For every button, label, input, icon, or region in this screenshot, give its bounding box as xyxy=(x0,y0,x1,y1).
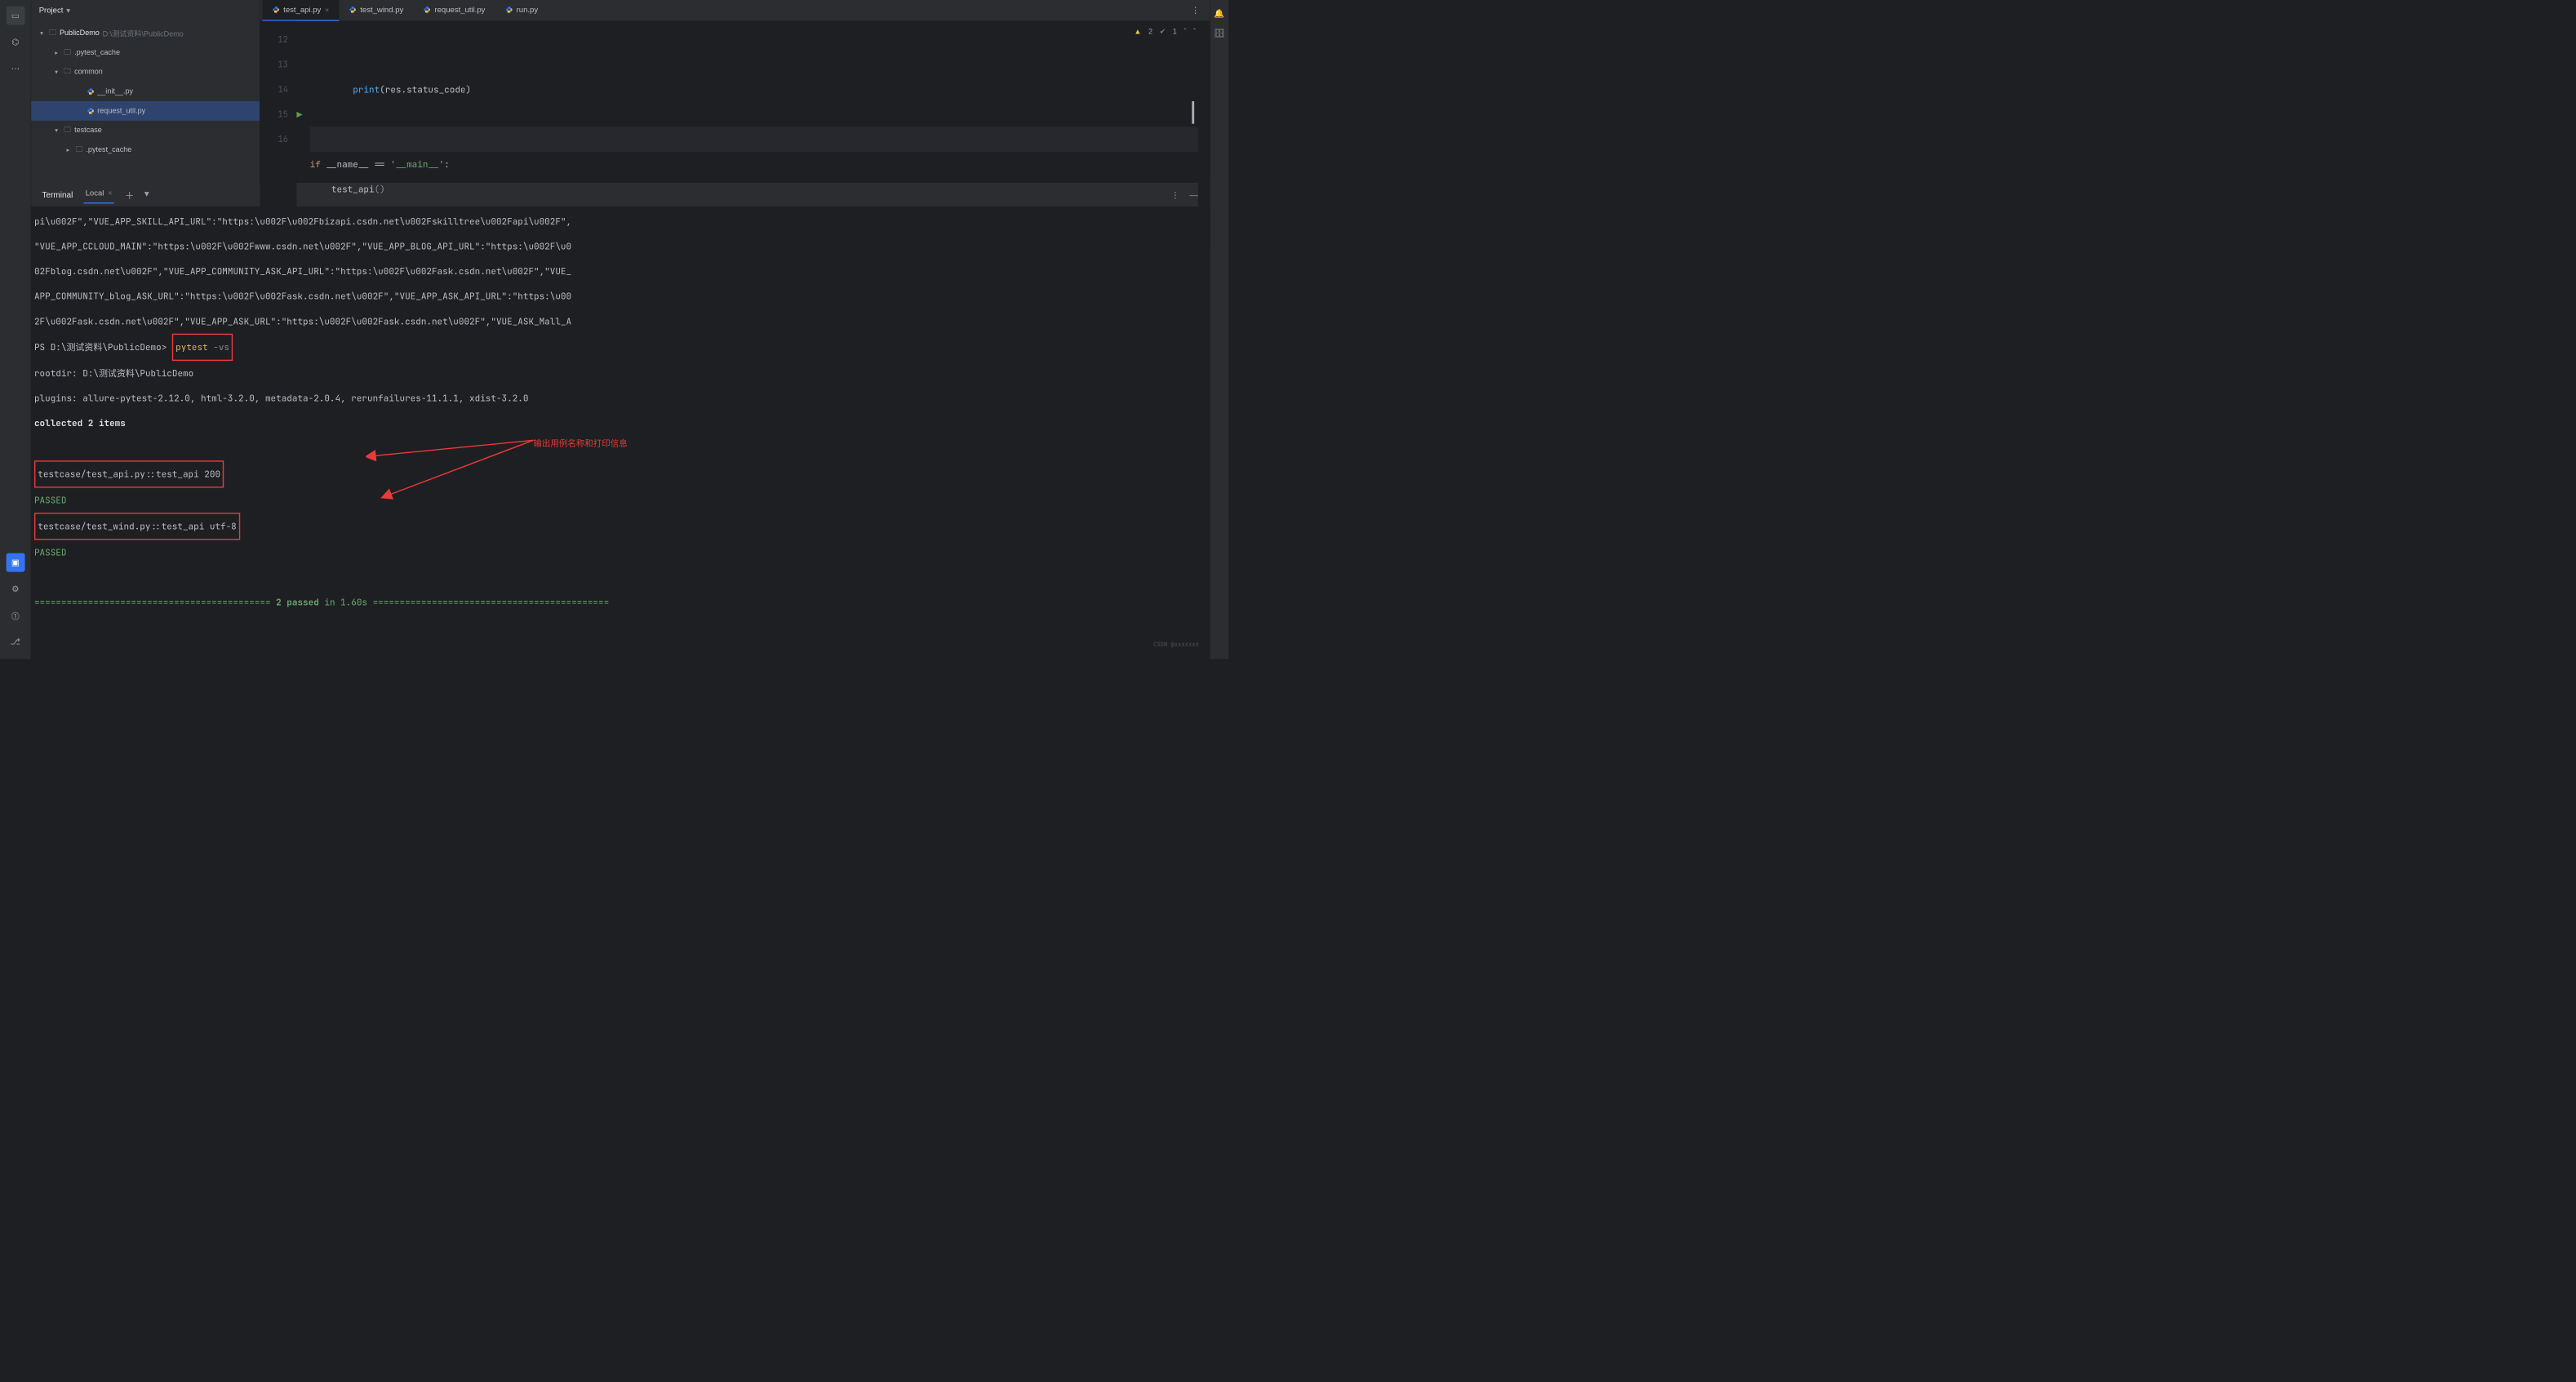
new-terminal-icon[interactable]: ＋ xyxy=(125,188,134,202)
twisty-icon: ▸ xyxy=(52,49,60,57)
tree-item-label: testcase xyxy=(74,127,102,135)
tree-item[interactable]: __init__.py xyxy=(31,82,260,101)
chevron-up-icon: ˆ xyxy=(1184,28,1186,36)
tab-label: request_util.py xyxy=(434,5,485,14)
twisty-icon: ▾ xyxy=(52,127,60,135)
tab-label: test_api.py xyxy=(283,5,321,14)
chevron-down-icon: ▾ xyxy=(66,6,70,16)
services-tool-icon[interactable]: ⚙ xyxy=(6,580,24,598)
tab-label: test_wind.py xyxy=(360,5,403,14)
terminal-output[interactable]: pi\u002F","VUE_APP_SKILL_API_URL":"https… xyxy=(31,207,1210,659)
terminal-tool-icon[interactable]: ▣ xyxy=(6,553,24,572)
tree-item-label: __init__.py xyxy=(97,87,133,96)
tab-options-icon[interactable]: ⋮ xyxy=(1191,5,1199,15)
tool-window-stripe-right: 🔔 🗄 xyxy=(1210,0,1228,659)
editor-tab[interactable]: test_api.py × xyxy=(262,0,339,21)
tree-root-name: PublicDemo xyxy=(60,29,100,37)
editor-tab[interactable]: run.py xyxy=(495,0,549,21)
python-file-icon xyxy=(87,88,95,96)
scrollbar-thumb[interactable] xyxy=(1192,101,1194,124)
python-file-icon xyxy=(87,108,95,115)
vcs-tool-icon[interactable]: ⎇ xyxy=(6,633,24,651)
editor-tab[interactable]: request_util.py xyxy=(414,0,495,21)
checkmark-icon: ✔ xyxy=(1160,27,1166,36)
tree-item[interactable]: request_util.py xyxy=(31,101,260,121)
project-header[interactable]: Project ▾ xyxy=(31,0,260,21)
tree-item-label: common xyxy=(74,68,103,76)
editor-tabs: test_api.py × test_wind.py request_util.py r… xyxy=(260,0,1210,21)
watermark: CSDN @xxxxxxx xyxy=(1153,632,1199,657)
close-icon[interactable]: × xyxy=(108,189,113,198)
problems-tool-icon[interactable]: ⓵ xyxy=(6,607,24,625)
chevron-down-icon[interactable]: ▾ xyxy=(144,188,149,202)
tree-root[interactable]: ▾ 🗀 PublicDemo D:\测试资料\PublicDemo xyxy=(31,24,260,43)
tab-label: run.py xyxy=(517,5,539,14)
close-icon[interactable]: × xyxy=(325,6,329,14)
terminal-title: Terminal xyxy=(42,190,73,199)
chevron-down-icon: ▾ xyxy=(38,29,46,38)
folder-icon: 🗀 xyxy=(64,66,71,78)
folder-icon: 🗀 xyxy=(76,144,83,156)
terminal-tab-local[interactable]: Local × xyxy=(84,186,114,203)
editor-area: test_api.py × test_wind.py request_util.py r… xyxy=(260,0,1210,183)
inspection-widget[interactable]: ▲2 ✔1 ˆ ˇ xyxy=(1134,27,1196,36)
python-file-icon xyxy=(505,7,513,14)
tree-item[interactable]: ▸ 🗀.pytest_cache xyxy=(31,140,260,160)
tree-item[interactable]: ▸ 🗀.pytest_cache xyxy=(31,42,260,62)
python-file-icon xyxy=(349,7,357,14)
project-tool-icon[interactable]: ▭ xyxy=(6,7,24,25)
editor-tab[interactable]: test_wind.py xyxy=(339,0,413,21)
tree-item-label: request_util.py xyxy=(97,107,145,115)
project-tree[interactable]: ▾ 🗀 PublicDemo D:\测试资料\PublicDemo ▸🗀.pyt… xyxy=(31,21,260,162)
twisty-icon: ▾ xyxy=(52,68,60,76)
tree-item[interactable]: ▾ 🗀common xyxy=(31,62,260,82)
notifications-icon[interactable]: 🔔 xyxy=(1214,8,1224,18)
tree-item[interactable]: ▾ 🗀testcase xyxy=(31,121,260,140)
python-file-icon xyxy=(273,7,280,14)
tree-item-label: .pytest_cache xyxy=(74,48,120,56)
tree-root-path: D:\测试资料\PublicDemo xyxy=(103,28,184,38)
folder-icon: 🗀 xyxy=(64,124,71,136)
tree-item-label: .pytest_cache xyxy=(86,145,131,153)
python-file-icon xyxy=(424,7,431,14)
warning-icon: ▲ xyxy=(1134,28,1141,36)
twisty-icon: ▸ xyxy=(64,146,72,154)
project-title: Project xyxy=(39,6,64,15)
structure-tool-icon[interactable]: ⌬ xyxy=(6,33,24,51)
terminal-pane: Terminal Local × ＋ ▾ ⋮ — pi\u002F","VUE_… xyxy=(31,183,1210,659)
project-panel: Project ▾ ▾ 🗀 PublicDemo D:\测试资料\PublicD… xyxy=(31,0,260,183)
folder-icon: 🗀 xyxy=(49,27,56,39)
tool-window-stripe-left: ▭ ⌬ ⋯ ▣ ⚙ ⓵ ⎇ xyxy=(0,0,31,659)
folder-icon: 🗀 xyxy=(64,47,71,59)
annotation-text: 输出用例名称和打印信息 xyxy=(533,431,627,456)
chevron-down-icon: ˇ xyxy=(1193,28,1196,36)
more-tools-icon[interactable]: ⋯ xyxy=(6,59,24,78)
database-tool-icon[interactable]: 🗄 xyxy=(1214,28,1224,38)
